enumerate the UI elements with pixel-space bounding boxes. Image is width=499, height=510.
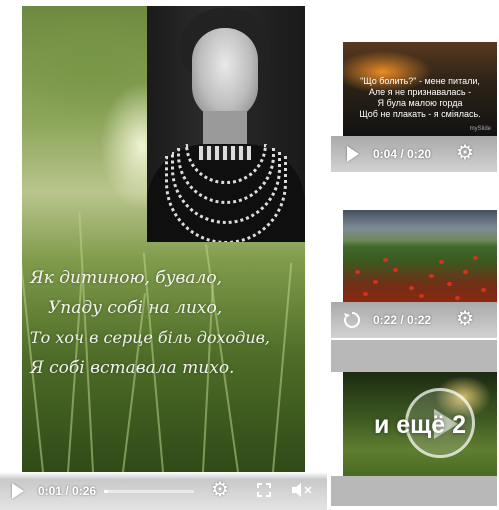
- caption-line: "Що болить?" - мене питали,: [360, 76, 480, 86]
- gear-icon[interactable]: ⚙: [456, 309, 474, 329]
- play-icon[interactable]: [12, 483, 24, 499]
- video-gallery: Як дитиною, бувало, Упаду собі на лихо, …: [0, 0, 499, 510]
- main-video-player[interactable]: Як дитиною, бувало, Упаду собі на лихо, …: [0, 6, 327, 510]
- gear-icon[interactable]: ⚙: [211, 480, 229, 500]
- poem-text: Як дитиною, бувало, Упаду собі на лихо, …: [30, 263, 305, 383]
- poem-line: Як дитиною, бувало,: [30, 268, 223, 288]
- main-video-controls: 0:01 / 0:26 ⚙: [0, 472, 327, 510]
- poem-line: Упаду собі на лихо,: [48, 298, 223, 318]
- side-video-thumbnail[interactable]: [343, 210, 497, 302]
- seek-bar[interactable]: [104, 490, 194, 493]
- seek-bar-fill: [104, 490, 108, 493]
- side-video-time: 0:04 / 0:20: [373, 147, 432, 161]
- caption-line: Щоб не плакать - я сміялась.: [359, 109, 481, 119]
- more-videos-label[interactable]: и ещё 2: [343, 411, 497, 440]
- side-video-controls: 0:22 / 0:22 ⚙: [331, 302, 497, 338]
- main-video-frame[interactable]: Як дитиною, бувало, Упаду собі на лихо, …: [22, 6, 305, 472]
- play-icon[interactable]: [347, 146, 359, 162]
- side-video-2[interactable]: 0:22 / 0:22 ⚙: [331, 210, 497, 340]
- volume-muted-icon[interactable]: [291, 482, 313, 498]
- thumbnail-caption: "Що болить?" - мене питали, Але я не при…: [347, 76, 493, 120]
- more-bottom-bar: [331, 476, 497, 506]
- fullscreen-icon[interactable]: [257, 483, 271, 497]
- poem-line: Я собі вставала тихо.: [30, 358, 235, 378]
- replay-icon[interactable]: [343, 311, 361, 329]
- side-video-more[interactable]: и ещё 2: [331, 340, 497, 506]
- poem-line: То хоч в серце біль доходив,: [30, 328, 271, 347]
- portrait-image: [147, 6, 305, 242]
- side-video-thumbnail[interactable]: "Що болить?" - мене питали, Але я не при…: [343, 42, 497, 136]
- caption-line: Я була малою горда: [377, 98, 463, 108]
- watermark: mySlide: [469, 126, 491, 132]
- side-video-controls: 0:04 / 0:20 ⚙: [331, 136, 497, 172]
- side-video-time: 0:22 / 0:22: [373, 313, 432, 327]
- gear-icon[interactable]: ⚙: [456, 143, 474, 163]
- more-top-bar: [331, 340, 497, 372]
- side-video-1[interactable]: "Що болить?" - мене питали, Але я не при…: [331, 42, 497, 172]
- main-video-time: 0:01 / 0:26: [38, 484, 97, 498]
- caption-line: Але я не признавалась -: [368, 87, 472, 97]
